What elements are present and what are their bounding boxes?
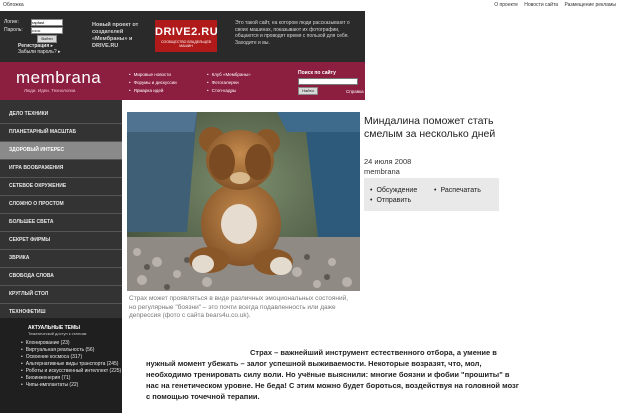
drive2-description[interactable]: Это такой сайт, на котором люди рассказы…: [235, 20, 363, 46]
sidebar-item-planetary[interactable]: ПЛАНЕТАРНЫЙ МАСШТАБ: [0, 124, 122, 142]
search-help-link[interactable]: Справка: [346, 89, 364, 94]
nav-world-news[interactable]: Мировые новости: [129, 71, 177, 79]
login-label: Логин:: [4, 19, 19, 25]
site-news-link[interactable]: Новости сайта: [524, 2, 558, 8]
top-links: О проекте Новости сайта Размещение рекла…: [489, 2, 616, 8]
search-label: Поиск по сайту: [298, 70, 336, 76]
discussion-link[interactable]: Обсуждение: [370, 187, 417, 194]
topic-item[interactable]: Роботы и искусственный интеллект (225): [21, 368, 121, 375]
sidebar-item-imagination[interactable]: ИГРА ВООБРАЖЕНИЯ: [0, 160, 122, 178]
header-nav-col2: Клуб «Мембраны» Фотогалереи Стоп-кадры: [207, 71, 251, 95]
article-title: Миндалина поможет стать смелым за нескол…: [364, 115, 496, 140]
topic-item[interactable]: Биоинженерия (71): [21, 375, 121, 382]
login-input[interactable]: [31, 19, 63, 26]
sidebar-item-tech[interactable]: ДЕЛО ТЕХНИКИ: [0, 106, 122, 124]
sidebar-item-roundtable[interactable]: КРУГЛЫЙ СТОЛ: [0, 286, 122, 304]
forgot-password-link[interactable]: Забыли пароль? ▸: [18, 49, 64, 55]
sidebar-item-secret[interactable]: СЕКРЕТ ФИРМЫ: [0, 232, 122, 250]
article-actions: Обсуждение Распечатать Отправить: [364, 178, 499, 211]
article-lead-bold: Страх: [250, 348, 273, 357]
article-author[interactable]: membrana: [364, 167, 400, 176]
header-nav-col1: Мировые новости Форумы и дискуссии Ярмар…: [129, 71, 177, 95]
sidebar-item-simple[interactable]: СЛОЖНО О ПРОСТОМ: [0, 196, 122, 214]
topic-item[interactable]: Виртуальная реальность (56): [21, 347, 121, 354]
nav-photogalleries[interactable]: Фотогалереи: [207, 79, 251, 87]
print-link[interactable]: Распечатать: [434, 187, 480, 194]
sidebar-item-light[interactable]: БОЛЬШЕЕ СВЕТА: [0, 214, 122, 232]
drive2-logo-text: DRIVE2.RU: [155, 26, 219, 38]
nav-forums[interactable]: Форумы и дискуссии: [129, 79, 177, 87]
nav-stop-frames[interactable]: Стоп-кадры: [207, 87, 251, 95]
topic-item[interactable]: Освоение космоса (317): [21, 354, 121, 361]
article-lead: Страх – важнейший инструмент естественно…: [146, 347, 521, 402]
topic-item[interactable]: Альтернативные виды транспорта (245): [21, 361, 121, 368]
search-button[interactable]: Найти: [298, 87, 318, 95]
topic-item[interactable]: Чипы-имплантаты (22): [21, 382, 121, 389]
cover-link[interactable]: Обложка: [3, 2, 24, 8]
topics-list: Клонирование (23) Виртуальная реальность…: [21, 340, 121, 389]
sidebar-item-health[interactable]: ЗДОРОВЫЙ ИНТЕРЕС: [0, 142, 122, 160]
sidebar-item-network[interactable]: СЕТЕВОЕ ОКРУЖЕНИЕ: [0, 178, 122, 196]
teddy-bear-photo: [127, 112, 360, 291]
about-link[interactable]: О проекте: [494, 2, 518, 8]
password-input[interactable]: [31, 27, 63, 34]
topics-subtitle: Тематический доступ к статьям: [28, 331, 87, 336]
membrana-logo[interactable]: membrana: [16, 68, 101, 88]
topics-panel: АКТУАЛЬНЫЕ ТЕМЫ Тематический доступ к ст…: [0, 318, 122, 413]
login-button[interactable]: Войти: [37, 35, 57, 43]
new-project-text[interactable]: Новый проект от создателей «Мембраны» и …: [92, 22, 150, 50]
search-input[interactable]: [298, 78, 358, 85]
article-lead-text: – важнейший инструмент естественного отб…: [146, 348, 519, 401]
nav-club[interactable]: Клуб «Мембраны»: [207, 71, 251, 79]
photo-caption: Страх может проявляться в виде различных…: [129, 295, 349, 319]
topic-item[interactable]: Клонирование (23): [21, 340, 121, 347]
site-search: Поиск по сайту Найти Справка: [298, 70, 364, 95]
article-photo: [127, 112, 360, 291]
send-link[interactable]: Отправить: [370, 197, 411, 204]
promo-blank: [365, 11, 625, 62]
tagline: Люди. Идеи. Технологии.: [24, 88, 77, 93]
sidebar-item-eureka[interactable]: ЗВРИКА: [0, 250, 122, 268]
article-date: 24 июля 2008: [364, 157, 412, 166]
sidebar-item-freedom[interactable]: СВОБОДА СЛОВА: [0, 268, 122, 286]
login-form: Логин: Пароль: Войти Регистрация ▸ Забыл…: [4, 19, 64, 55]
drive2-logo-sub: СООБЩЕСТВО ВЛАДЕЛЬЦЕВ МАШИН: [161, 40, 211, 48]
nav-ideas-fair[interactable]: Ярмарка идей: [129, 87, 177, 95]
ads-link[interactable]: Размещение рекламы: [564, 2, 616, 8]
password-label: Пароль:: [4, 27, 23, 33]
drive2-logo[interactable]: DRIVE2.RU СООБЩЕСТВО ВЛАДЕЛЬЦЕВ МАШИН: [155, 20, 219, 52]
